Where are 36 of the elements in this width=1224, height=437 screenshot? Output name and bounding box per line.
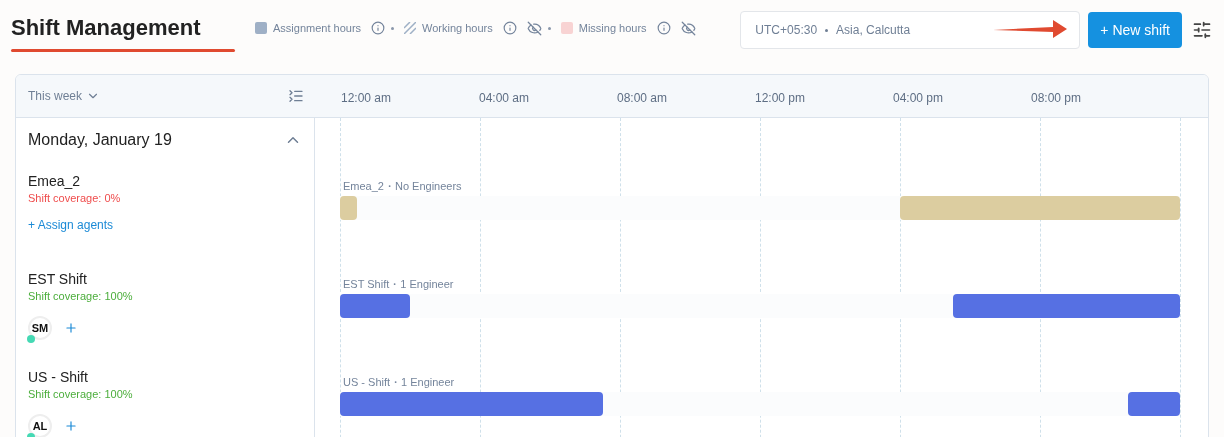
shift-bar-label: Emea_2・No Engineers	[343, 179, 462, 194]
legend-label: Working hours	[422, 20, 493, 36]
shift-bar-label: US - Shift・1 Engineer	[343, 375, 455, 390]
collapse-all-icon[interactable]	[288, 88, 304, 104]
add-agent-icon[interactable]	[64, 419, 78, 433]
shift-bar-label: EST Shift・1 Engineer	[343, 277, 454, 292]
timezone-offset: UTC+05:30	[755, 22, 818, 39]
shift-bar[interactable]	[1127, 392, 1180, 416]
timezone-name: Asia, Calcutta	[836, 22, 911, 39]
shift-name: EST Shift	[28, 270, 88, 288]
hour-label: 08:00 am	[617, 90, 669, 107]
legend-label: Missing hours	[578, 20, 647, 36]
shift-name: US - Shift	[28, 368, 89, 386]
eye-off-icon[interactable]	[680, 20, 696, 36]
shift-name: Emea_2	[28, 172, 82, 190]
new-shift-button[interactable]: + New shift	[1088, 12, 1182, 48]
shift-coverage: Shift coverage: 100%	[28, 289, 134, 304]
info-icon[interactable]	[371, 21, 386, 35]
hour-label: 12:00 am	[341, 90, 393, 107]
eye-off-icon[interactable]	[526, 20, 542, 36]
shift-coverage: Shift coverage: 0%	[28, 191, 122, 206]
legend-label: Assignment hours	[273, 20, 362, 36]
assign-agents-link[interactable]: + Assign agents	[28, 216, 114, 234]
info-icon[interactable]	[656, 21, 671, 35]
hour-label: 04:00 am	[479, 90, 531, 107]
range-dropdown[interactable]: This week	[28, 87, 101, 105]
hour-label: 08:00 pm	[1031, 90, 1083, 107]
info-icon[interactable]	[502, 21, 517, 35]
hour-label: 12:00 pm	[755, 90, 807, 107]
add-agent-icon[interactable]	[64, 321, 78, 335]
settings-icon[interactable]	[1192, 20, 1212, 40]
day-heading: Monday, January 19	[28, 130, 172, 150]
shift-coverage: Shift coverage: 100%	[28, 387, 134, 402]
hour-label: 04:00 pm	[893, 90, 945, 107]
page-title: Shift Management	[11, 13, 202, 42]
timezone-field[interactable]: UTC+05:30 Asia, Calcutta	[740, 11, 1081, 49]
